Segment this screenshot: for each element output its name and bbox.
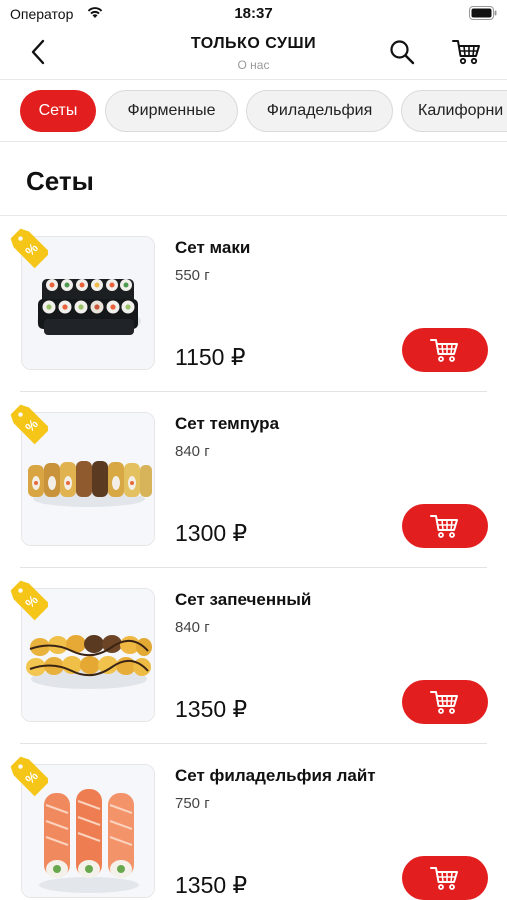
page-title: ТОЛЬКО СУШИ — [190, 35, 317, 52]
discount-badge-icon: % — [10, 404, 48, 445]
discount-badge-icon: % — [10, 228, 48, 269]
product-card[interactable]: % Сет маки 550 г 1150 ₽ — [0, 216, 507, 392]
search-button[interactable] — [388, 38, 416, 66]
product-weight: 550 г — [175, 267, 210, 284]
product-weight: 750 г — [175, 795, 210, 812]
about-link[interactable]: О нас — [0, 58, 507, 72]
product-card[interactable]: % Сет филадельфия лайт 750 г 1350 ₽ — [0, 744, 507, 900]
category-chip-california[interactable]: Калифорни — [401, 90, 507, 132]
product-price: 1350 ₽ — [175, 696, 248, 722]
status-time: 18:37 — [234, 5, 273, 22]
cart-icon — [430, 515, 458, 538]
product-name[interactable]: Сет филадельфия лайт — [175, 766, 376, 786]
add-to-cart-button[interactable] — [402, 504, 488, 548]
cart-icon — [452, 40, 480, 65]
product-weight: 840 г — [175, 443, 210, 460]
product-card[interactable]: % Сет запеченный 840 г 1350 ₽ — [0, 568, 507, 744]
section-title: Сеты — [26, 166, 94, 196]
battery-icon — [469, 6, 497, 20]
cart-button[interactable] — [452, 38, 482, 66]
search-icon — [390, 40, 415, 65]
navigation-header: ТОЛЬКО СУШИ О нас — [0, 28, 507, 80]
product-price: 1300 ₽ — [175, 520, 248, 546]
product-price: 1150 ₽ — [175, 344, 246, 370]
product-weight: 840 г — [175, 619, 210, 636]
discount-badge-icon: % — [10, 580, 48, 621]
category-chip-signature[interactable]: Фирменные — [105, 90, 238, 132]
category-chip-sets[interactable]: Сеты — [20, 90, 96, 132]
cart-icon — [430, 867, 458, 890]
add-to-cart-button[interactable] — [402, 856, 488, 900]
category-tabs: Сеты Фирменные Филадельфия Калифорни — [0, 80, 507, 142]
cart-icon — [430, 691, 458, 714]
category-chip-philadelphia[interactable]: Филадельфия — [246, 90, 393, 132]
add-to-cart-button[interactable] — [402, 328, 488, 372]
product-card[interactable]: % Сет темпура 840 г 1300 ₽ — [0, 392, 507, 568]
discount-badge-icon: % — [10, 756, 48, 797]
add-to-cart-button[interactable] — [402, 680, 488, 724]
product-name[interactable]: Сет запеченный — [175, 590, 311, 610]
product-price: 1350 ₽ — [175, 872, 248, 898]
product-name[interactable]: Сет темпура — [175, 414, 279, 434]
product-name[interactable]: Сет маки — [175, 238, 250, 258]
status-bar: Оператор 18:37 — [0, 0, 507, 28]
cart-icon — [430, 339, 458, 362]
